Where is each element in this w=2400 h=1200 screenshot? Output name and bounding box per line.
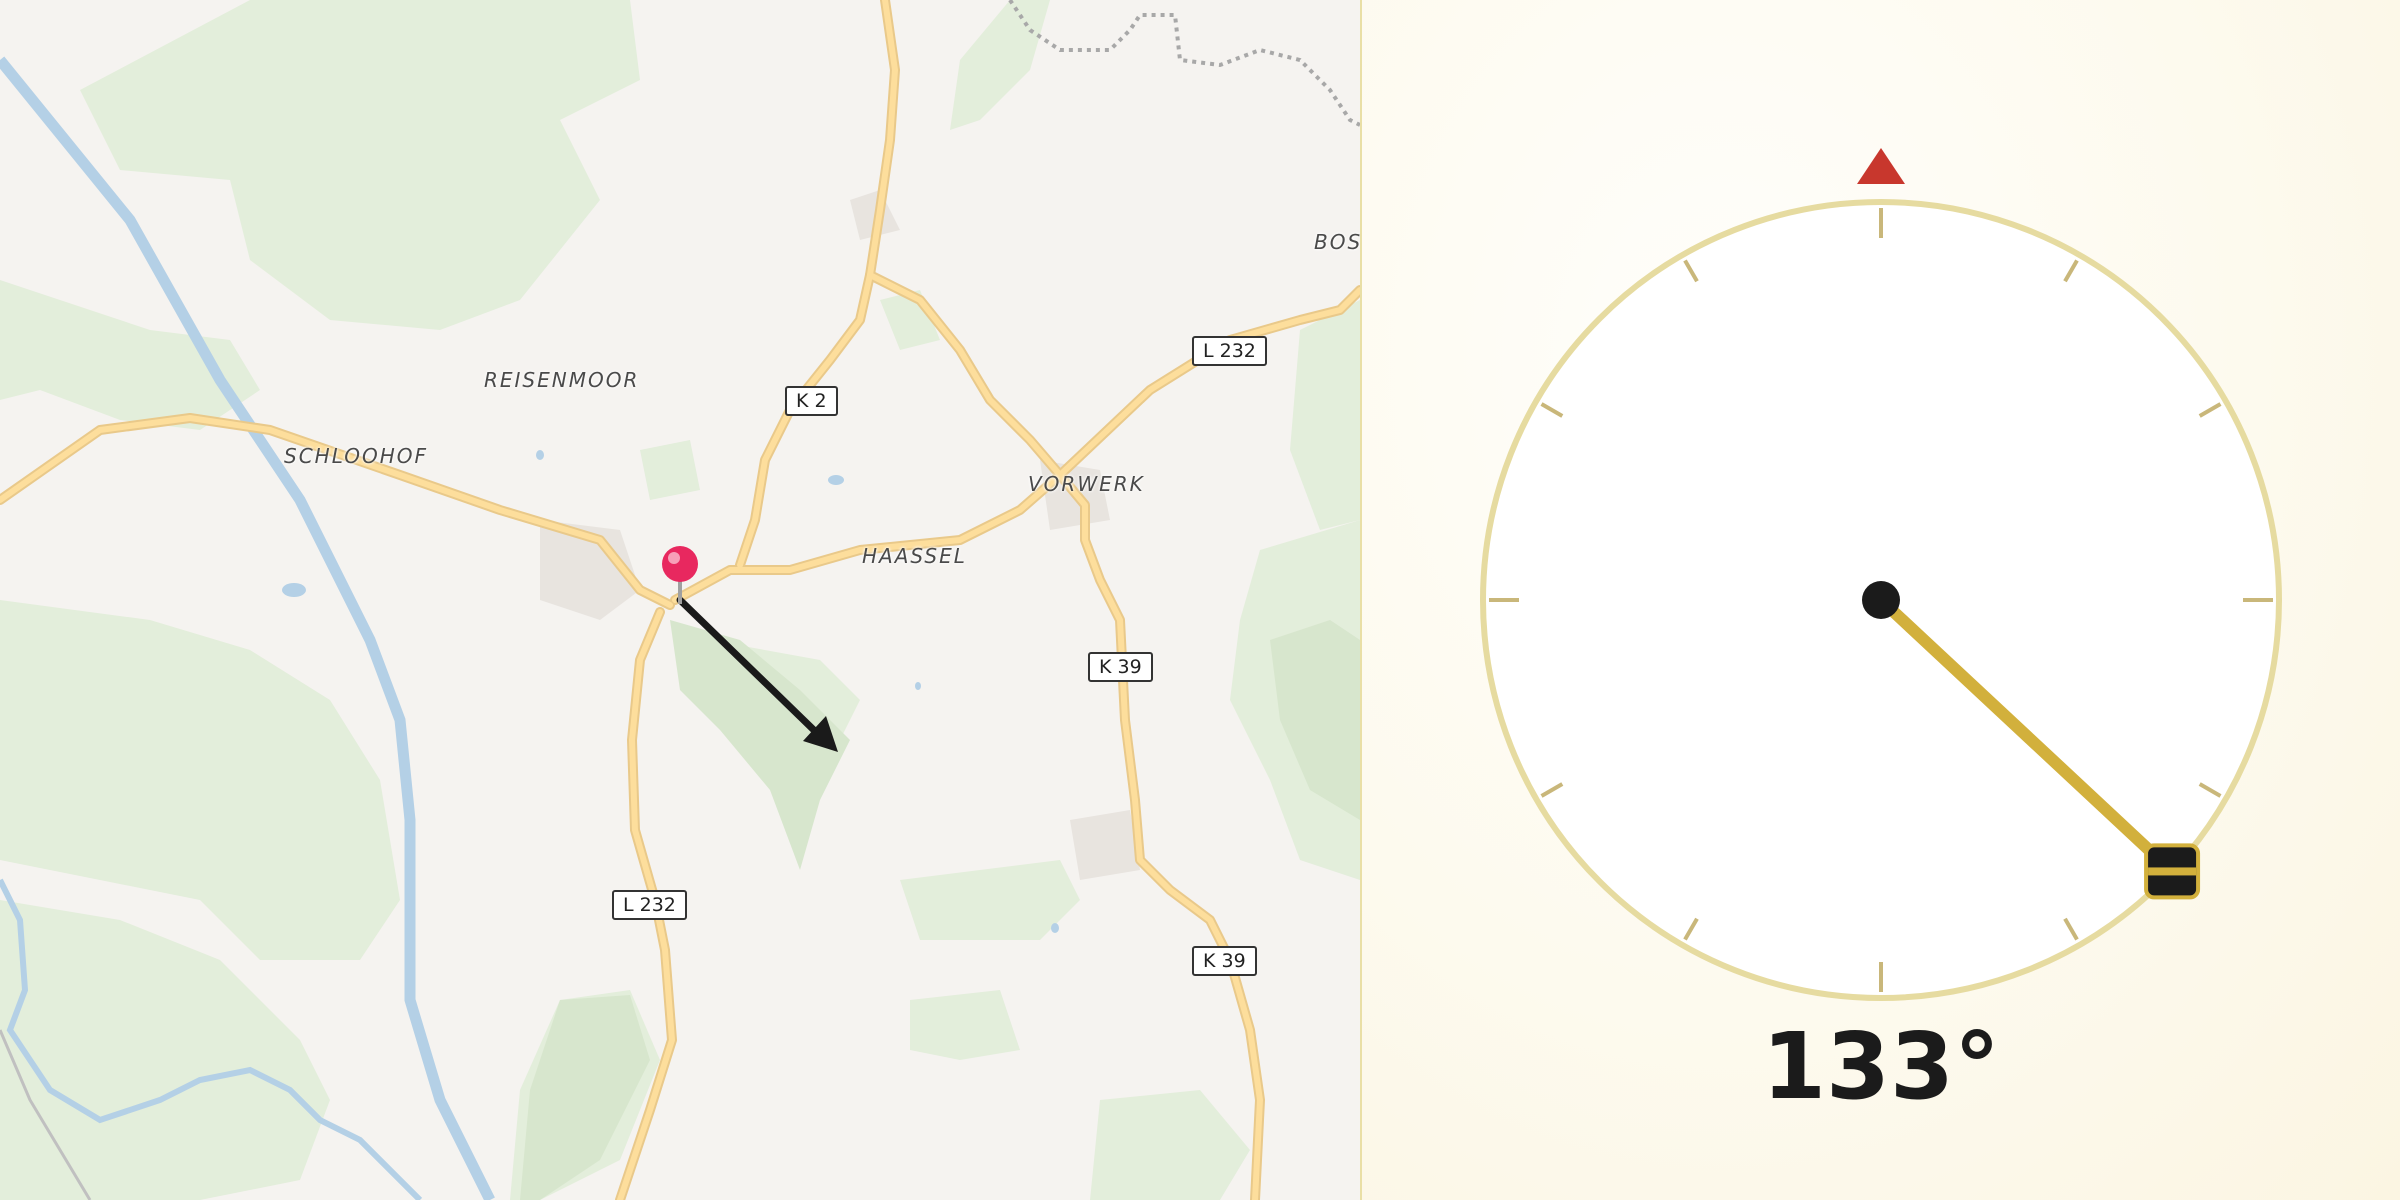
place-label-reisenmoor: REISENMOOR: [484, 368, 640, 392]
road-shield-k2: K 2: [785, 386, 838, 416]
needle-drag-handle[interactable]: [2144, 843, 2201, 900]
road-shield-l232-north: L 232: [1192, 336, 1267, 366]
road-shield-k39-north: K 39: [1088, 652, 1153, 682]
place-label-schloohof: SCHLOOHOF: [284, 444, 428, 468]
heading-readout: 133°: [1761, 1013, 2001, 1120]
map-canvas[interactable]: [0, 0, 1360, 1200]
place-label-vorwerk: VORWERK: [1028, 472, 1145, 496]
road-shield-k39-south: K 39: [1192, 946, 1257, 976]
north-marker-icon: [1857, 148, 1905, 184]
map-view[interactable]: REISENMOOR SCHLOOHOF VORWERK HAASSEL BOS…: [0, 0, 1360, 1200]
place-label-haassel: HAASSEL: [862, 544, 967, 568]
admin-boundary: [1008, 0, 1360, 127]
ponds: [282, 450, 1059, 933]
needle-pivot: [1862, 581, 1900, 619]
compass-panel: 133°: [1362, 0, 2400, 1200]
road-shield-l232-south: L 232: [612, 890, 687, 920]
place-label-bost: BOST: [1314, 230, 1360, 254]
